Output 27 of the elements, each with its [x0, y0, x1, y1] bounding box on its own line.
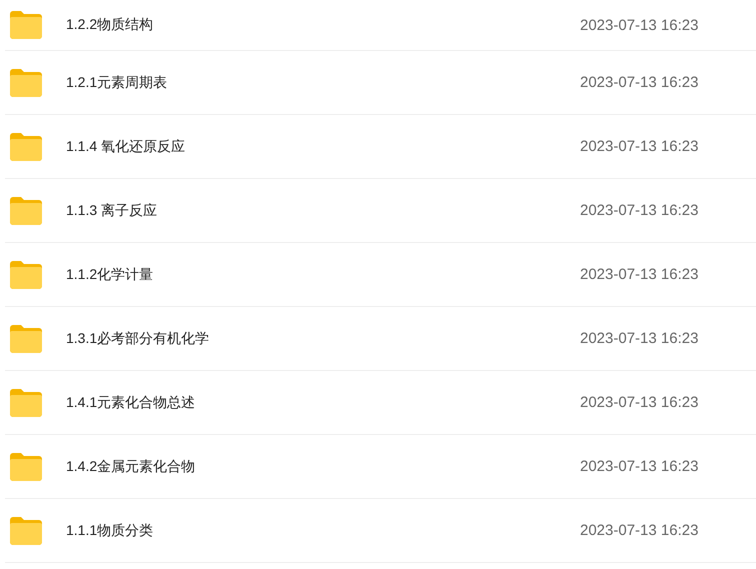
modified-date: 2023-07-13 16:23: [580, 330, 700, 347]
folder-icon: [10, 452, 42, 480]
folder-icon: [10, 68, 42, 96]
folder-name[interactable]: 1.1.3 离子反应: [66, 202, 580, 220]
folder-name[interactable]: 1.2.1元素周期表: [66, 74, 580, 92]
folder-icon: [10, 196, 42, 224]
folder-icon: [10, 132, 42, 160]
folder-name[interactable]: 1.1.4 氧化还原反应: [66, 138, 580, 156]
folder-icon: [10, 324, 42, 352]
modified-date: 2023-07-13 16:23: [580, 202, 700, 219]
modified-date: 2023-07-13 16:23: [580, 266, 700, 283]
modified-date: 2023-07-13 16:23: [580, 522, 700, 539]
modified-date: 2023-07-13 16:23: [580, 394, 700, 411]
modified-date: 2023-07-13 16:23: [580, 74, 700, 91]
folder-name[interactable]: 1.4.1元素化合物总述: [66, 394, 580, 412]
modified-date: 2023-07-13 16:23: [580, 458, 700, 475]
folder-name[interactable]: 1.4.2金属元素化合物: [66, 458, 580, 476]
folder-icon: [10, 516, 42, 544]
folder-icon: [10, 388, 42, 416]
folder-icon: [10, 260, 42, 288]
folder-name[interactable]: 1.2.2物质结构: [66, 16, 580, 34]
folder-name[interactable]: 1.1.1物质分类: [66, 522, 580, 540]
folder-icon: [10, 11, 42, 39]
folder-name[interactable]: 1.3.1必考部分有机化学: [66, 330, 580, 348]
modified-date: 2023-07-13 16:23: [580, 16, 700, 34]
folder-name[interactable]: 1.1.2化学计量: [66, 266, 580, 284]
modified-date: 2023-07-13 16:23: [580, 138, 700, 155]
